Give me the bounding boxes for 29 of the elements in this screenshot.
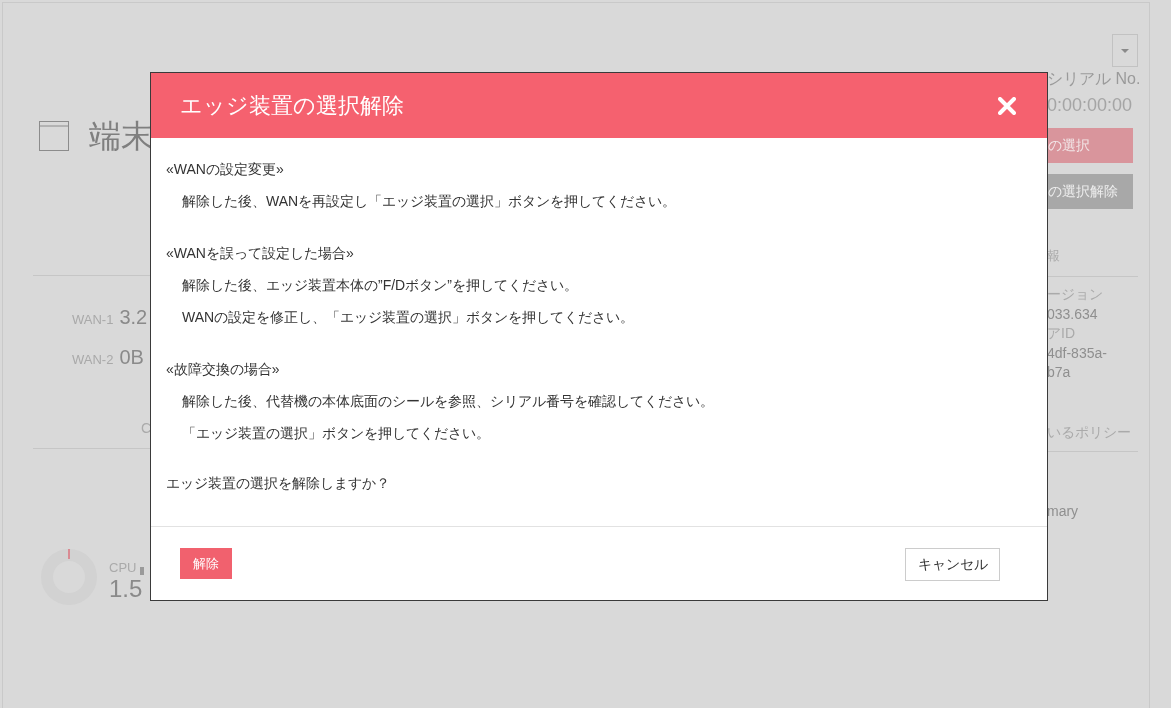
instruction-text: 解除した後、WANを再設定し「エッジ装置の選択」ボタンを押してください。 bbox=[181, 192, 678, 211]
wan-value: 3.2 bbox=[119, 305, 148, 330]
donut-gauge-icon bbox=[41, 549, 97, 605]
section-heading: «故障交換の場合» bbox=[166, 360, 281, 379]
section-heading: «WANを誤って設定した場合» bbox=[166, 244, 355, 263]
instruction-text: WANの設定を修正し、「エッジ装置の選択」ボタンを押してください。 bbox=[181, 308, 636, 327]
device-button[interactable]: の選択解除 bbox=[1047, 174, 1133, 209]
bar-icon bbox=[140, 567, 145, 575]
page-title: 端末 bbox=[89, 119, 153, 153]
info-text: b7a bbox=[1047, 363, 1072, 382]
info-text: 033.634 bbox=[1047, 304, 1099, 324]
caret-icon bbox=[1121, 48, 1129, 53]
window-icon bbox=[39, 121, 69, 151]
section-heading: «WANの設定変更» bbox=[166, 160, 285, 179]
confirm-question: エッジ装置の選択を解除しますか？ bbox=[166, 474, 391, 493]
wan-value: 0B bbox=[119, 345, 144, 370]
device-button[interactable]: の選択 bbox=[1047, 128, 1133, 163]
cpu-value: 1.5 bbox=[109, 575, 144, 603]
instruction-text: 解除した後、代替機の本体底面のシールを参照、シリアル番号を確認してください。 bbox=[181, 392, 715, 411]
instruction-text: 解除した後、エッジ装置本体の”F/Dボタン”を押してください。 bbox=[181, 276, 579, 295]
close-icon bbox=[998, 96, 1016, 115]
instruction-text: 「エッジ装置の選択」ボタンを押してください。 bbox=[181, 424, 491, 443]
info-text: 4df-835a- bbox=[1047, 343, 1108, 363]
release-button[interactable]: 解除 bbox=[180, 548, 232, 579]
serial-label: シリアル No. bbox=[1047, 69, 1142, 89]
dialog-title: エッジ装置の選択解除 bbox=[180, 92, 404, 120]
policy-text: mary bbox=[1047, 501, 1080, 521]
cancel-button[interactable]: キャンセル bbox=[905, 548, 1000, 581]
close-button[interactable] bbox=[997, 95, 1017, 116]
